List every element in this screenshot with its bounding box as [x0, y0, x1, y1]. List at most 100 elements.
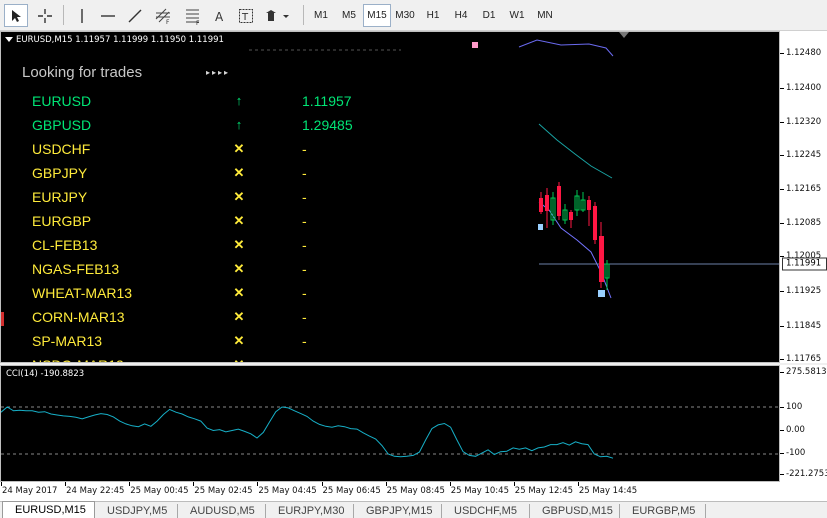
channel-icon[interactable]: F	[151, 4, 175, 27]
symbol-row: SP-MAR13 ✕ -	[1, 333, 401, 353]
cci-tick	[780, 474, 784, 475]
symbol-row: EURGBP ✕ -	[1, 213, 401, 233]
chart-tab[interactable]: EURJPY,M30	[266, 504, 354, 518]
price-tick	[780, 291, 784, 292]
symbol-name: GBPJPY	[32, 165, 88, 181]
chart-tab[interactable]: AUDUSD,M5	[178, 504, 266, 518]
cci-info: CCI(14) -190.8823	[6, 369, 85, 379]
vertical-line-icon[interactable]	[70, 4, 94, 27]
arrows-dropdown-icon[interactable]	[260, 4, 296, 27]
trendline-icon[interactable]	[123, 4, 147, 27]
time-label: 24 May 2017	[2, 486, 58, 496]
chart-tab[interactable]: EURGBP,M5	[620, 504, 706, 518]
symbol-value: -	[302, 333, 307, 349]
symbol-name: NSDQ-MAR13	[32, 357, 124, 362]
symbol-name: CL-FEB13	[32, 237, 98, 253]
chart-tab[interactable]: GBPJPY,M15	[354, 504, 442, 518]
cci-drawing	[1, 406, 779, 459]
timeframe-w1[interactable]: W1	[503, 4, 531, 27]
fibonacci-icon[interactable]: F	[181, 4, 205, 27]
timeframe-m15[interactable]: M15	[363, 4, 391, 27]
symbol-row: EURJPY ✕ -	[1, 189, 401, 209]
cross-icon: ✕	[233, 309, 245, 324]
symbol-name: GBPUSD	[32, 117, 92, 133]
timeframe-d1[interactable]: D1	[475, 4, 503, 27]
time-label: 25 May 10:45	[450, 486, 509, 496]
symbol-row: CORN-MAR13 ✕ -	[1, 309, 401, 329]
chart-tab[interactable]: USDJPY,M5	[95, 504, 178, 518]
time-label: 25 May 14:45	[578, 486, 638, 496]
symbol-name: EURUSD	[32, 93, 92, 109]
text-icon[interactable]: A	[208, 4, 232, 27]
symbol-value: -	[302, 261, 307, 277]
symbol-name: USDCHF	[32, 141, 91, 157]
toolbar-separator	[63, 5, 64, 25]
timeframe-h4[interactable]: H4	[447, 4, 475, 27]
crosshair-icon[interactable]	[33, 4, 57, 27]
cci-label: -100	[786, 448, 806, 458]
price-tick	[780, 359, 784, 360]
price-scale[interactable]: 1.12480 1.12400 1.12320 1.12245 1.12165 1.120…	[780, 31, 827, 364]
cross-icon: ✕	[233, 261, 245, 276]
cursor-icon[interactable]	[4, 4, 28, 27]
symbol-row: WHEAT-MAR13 ✕ -	[1, 285, 401, 305]
chart-info: EURUSD,M15 1.11957 1.11999 1.11950 1.119…	[5, 35, 224, 45]
symbol-name: WHEAT-MAR13	[32, 285, 133, 301]
chart-tab[interactable]: EURUSD,M15	[2, 501, 95, 518]
toolbar-separator	[303, 5, 304, 25]
chart-tab[interactable]: USDCHF,M5	[442, 504, 530, 518]
time-label: 25 May 12:45	[514, 486, 574, 496]
price-label: 1.12085	[786, 218, 822, 228]
chart-tab[interactable]: GBPUSD,M15	[530, 504, 620, 518]
time-label: 25 May 00:45	[130, 486, 189, 496]
cross-icon: ✕	[231, 357, 247, 362]
price-label: 1.12320	[786, 117, 822, 127]
signal-marker	[538, 224, 543, 230]
cci-tick	[780, 430, 784, 431]
svg-text:F: F	[196, 20, 200, 25]
toolbar: F F A T M1 M5 M15 M30 H1 H4 D1 W1 MN	[0, 0, 827, 31]
cci-indicator[interactable]: CCI(14) -190.8823	[0, 365, 780, 482]
symbol-value: -	[302, 213, 307, 229]
cci-tick	[780, 407, 784, 408]
text-label-icon[interactable]: T	[234, 4, 258, 27]
cross-icon: ✕	[233, 141, 245, 156]
timeframe-m30[interactable]: M30	[391, 4, 419, 27]
symbol-name: EURGBP	[32, 213, 92, 229]
price-tick	[780, 53, 784, 54]
symbol-name: SP-MAR13	[32, 333, 103, 349]
cci-label: 100	[786, 402, 803, 412]
main-chart[interactable]: EURUSD,M15 1.11957 1.11999 1.11950 1.119…	[0, 31, 780, 363]
time-label: 25 May 02:45	[194, 486, 253, 496]
price-tick	[780, 189, 784, 190]
price-tick	[780, 155, 784, 156]
symbol-row: GBPUSD ↑ 1.29485	[1, 117, 401, 137]
cci-tick	[780, 372, 784, 373]
horizontal-line-icon[interactable]	[96, 4, 120, 27]
timeframe-mn[interactable]: MN	[531, 4, 559, 27]
price-tick	[780, 223, 784, 224]
candles	[539, 182, 610, 290]
cross-icon: ✕	[233, 237, 245, 252]
cci-scale[interactable]: 275.5813 100 0.00 -100 -221.2753	[780, 365, 827, 482]
symbol-row: CL-FEB13 ✕ -	[1, 237, 401, 257]
time-label: 24 May 22:45	[66, 486, 125, 496]
chart-menu-icon[interactable]	[5, 37, 13, 42]
price-label: 1.11765	[786, 354, 822, 364]
time-axis[interactable]: 24 May 2017 24 May 22:45 25 May 00:45 25 Ma…	[0, 482, 827, 501]
arrow-up-icon: ↑	[235, 117, 243, 132]
symbol-row: NSDQ-MAR13 ✕ -	[1, 357, 401, 362]
cross-icon: ✕	[233, 213, 245, 228]
time-label: 25 May 08:45	[386, 486, 445, 496]
cci-label: -221.2753	[786, 469, 827, 479]
arrow-up-icon: ↑	[235, 93, 243, 108]
price-label: 1.12480	[786, 48, 822, 58]
timeframe-m5[interactable]: M5	[335, 4, 363, 27]
svg-text:T: T	[241, 12, 249, 23]
timeframe-h1[interactable]: H1	[419, 4, 447, 27]
timeframe-m1[interactable]: M1	[307, 4, 335, 27]
symbol-name: CORN-MAR13	[32, 309, 125, 325]
symbol-value: -	[302, 237, 307, 253]
price-label: 1.11845	[786, 321, 822, 331]
symbol-value: -	[302, 165, 307, 181]
